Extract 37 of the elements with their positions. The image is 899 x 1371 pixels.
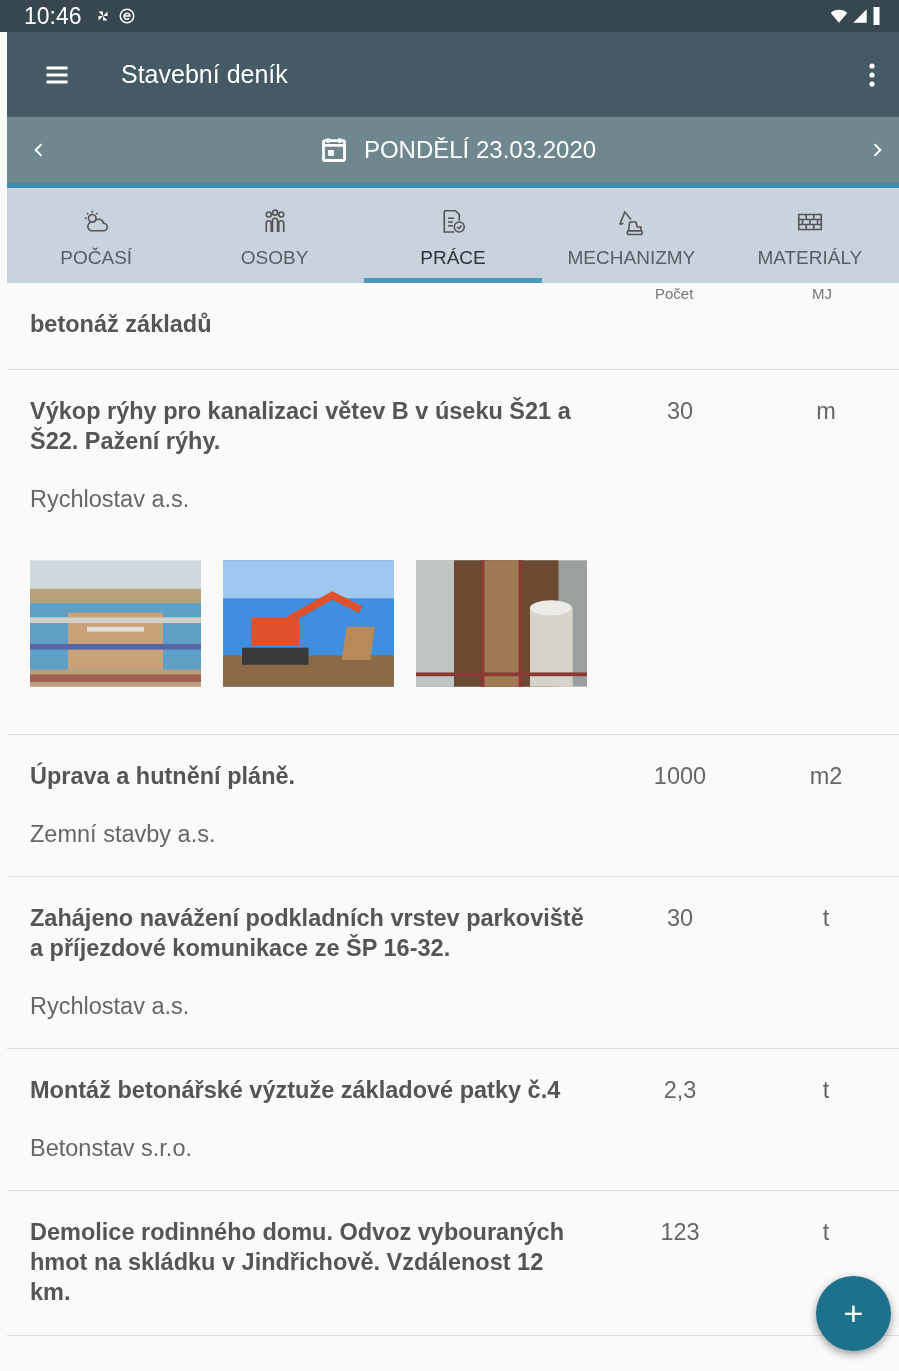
tab[interactable]: OSOBY — [185, 188, 364, 283]
work-title: Montáž betonářské výztuže základové patky č.4 — [30, 1076, 562, 1105]
more-icon — [869, 62, 875, 87]
tab[interactable]: MECHANIZMY — [542, 188, 721, 283]
tab[interactable]: POČASÍ — [7, 188, 186, 283]
date-label[interactable]: PONDĚLÍ 23.03.2020 — [363, 136, 597, 164]
add-button[interactable]: + — [816, 1276, 891, 1351]
tab[interactable]: PRÁCE — [363, 188, 543, 283]
status-time: 10:46 — [24, 2, 82, 30]
work-title: Úprava a hutnění pláně. — [30, 761, 297, 791]
calendar-icon — [319, 136, 348, 164]
column-header: Počet — [655, 285, 694, 302]
unit-value: t — [821, 1218, 831, 1247]
count-value: 123 — [659, 1218, 701, 1247]
count-value: 1000 — [652, 762, 708, 791]
work-title: Demolice rodinného domu. Odvoz vybouraných hmot na skládku v Jindřichově. Vzdálenost 12 km. — [30, 1218, 566, 1307]
e-badge-icon — [117, 7, 136, 25]
unit-value: m2 — [808, 762, 844, 791]
company-name: Betonstav s.r.o. — [30, 1135, 193, 1162]
signal-icon — [852, 8, 868, 24]
work-title: Zahájeno navážení podkladních vrstev parkoviště a příjezdové komunikace ze ŠP 16-32. — [30, 904, 585, 963]
column-header: MJ — [812, 285, 832, 302]
app-title: Stavební deník — [121, 60, 288, 89]
count-value: 2,3 — [662, 1076, 698, 1105]
battery-icon — [872, 7, 881, 25]
work-title: betonáž základů — [30, 310, 213, 339]
count-value: 30 — [665, 397, 695, 426]
tab[interactable]: MATERIÁLY — [720, 188, 899, 283]
wifi-icon — [830, 7, 848, 25]
count-value: 30 — [665, 904, 695, 933]
unit-value: t — [821, 904, 831, 933]
unit-value: m — [815, 397, 837, 426]
unit-value: t — [821, 1076, 831, 1105]
company-name: Rychlostav a.s. — [30, 993, 191, 1020]
work-title: Výkop rýhy pro kanalizaci větev B v úseku Š21 a Š22. Pažení rýhy. — [30, 396, 572, 456]
company-name: Rychlostav a.s. — [30, 486, 191, 513]
company-name: Zemní stavby a.s. — [30, 821, 217, 848]
